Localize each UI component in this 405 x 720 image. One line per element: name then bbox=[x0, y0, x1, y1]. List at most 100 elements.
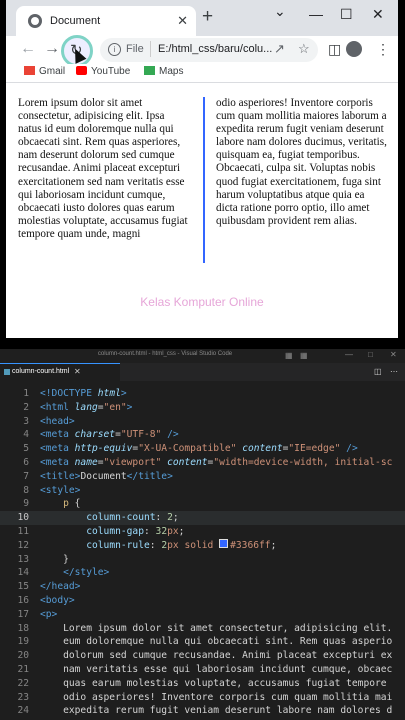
code-text: column-count: 2; bbox=[40, 511, 178, 525]
code-line[interactable]: 9 p { bbox=[0, 497, 405, 511]
line-number: 17 bbox=[17, 608, 29, 620]
code-text: <html lang="en"> bbox=[40, 401, 132, 415]
code-text: <head> bbox=[40, 415, 75, 429]
code-token: </head> bbox=[40, 581, 81, 593]
code-line[interactable]: 19 eum doloremque nulla qui obcaecati si… bbox=[0, 635, 405, 649]
code-line[interactable]: 13 } bbox=[0, 553, 405, 567]
code-line[interactable]: 20 dolorum sed cumque recusandae. Animi … bbox=[0, 649, 405, 663]
forward-arrow-icon[interactable]: → bbox=[44, 40, 60, 58]
menu-kebab-icon[interactable]: ⋮ bbox=[376, 41, 390, 58]
line-number: 9 bbox=[23, 498, 29, 510]
code-text: eum doloremque nulla qui obcaecati sint.… bbox=[40, 635, 392, 649]
bookmark-gmail[interactable]: Gmail bbox=[24, 66, 65, 77]
close-tab-icon[interactable]: ✕ bbox=[74, 367, 81, 376]
url-text[interactable]: E:/html_css/baru/colu... bbox=[158, 43, 272, 55]
line-number: 20 bbox=[17, 650, 29, 662]
code-line[interactable]: 18 Lorem ipsum dolor sit amet consectetu… bbox=[0, 622, 405, 636]
line-number: 1 bbox=[23, 388, 29, 399]
code-token: <body> bbox=[40, 595, 75, 606]
bookmark-maps[interactable]: Maps bbox=[144, 66, 183, 77]
bookmark-youtube[interactable]: YouTube bbox=[76, 66, 130, 77]
code-text: odio asperiores! Inventore corporis cum … bbox=[40, 691, 392, 705]
code-line[interactable]: 24 expedita rerum fugit veniam deserunt … bbox=[0, 704, 405, 718]
line-number: 23 bbox=[17, 691, 29, 703]
close-icon[interactable]: ✕ bbox=[390, 350, 397, 359]
vscode-window: column-count.html - html_css - Visual St… bbox=[0, 349, 405, 720]
code-line[interactable]: 16 <body> bbox=[0, 594, 405, 608]
code-token: "width=device-width, initial-sc bbox=[213, 457, 393, 468]
side-panel-icon[interactable]: ◫ bbox=[328, 41, 341, 58]
code-token: <p> bbox=[40, 608, 58, 620]
code-text: Lorem ipsum dolor sit amet consectetur, … bbox=[40, 622, 392, 636]
browser-toolbar: ← → ↻ i File E:/html_css/baru/colu... ↗ … bbox=[6, 35, 398, 67]
minimize-button[interactable]: — bbox=[309, 6, 323, 22]
url-divider bbox=[150, 41, 151, 57]
code-line[interactable]: 4 <meta charset="UTF-8" /> bbox=[0, 428, 405, 442]
code-line[interactable]: 12 column-rule: 2px solid #3366ff; bbox=[0, 538, 405, 553]
code-token: #3366ff bbox=[230, 539, 271, 551]
code-line[interactable]: 11 column-gap: 32px; bbox=[0, 525, 405, 539]
code-token: lang bbox=[74, 401, 98, 413]
maximize-button[interactable]: ☐ bbox=[340, 6, 353, 23]
close-window-button[interactable]: ✕ bbox=[372, 6, 384, 23]
line-number: 10 bbox=[17, 512, 29, 524]
bookmark-label: YouTube bbox=[91, 66, 131, 77]
code-line[interactable]: 14 </style> bbox=[0, 566, 405, 580]
profile-avatar[interactable] bbox=[346, 41, 362, 57]
line-number: 24 bbox=[17, 705, 29, 717]
code-text: p { bbox=[40, 497, 80, 511]
code-line[interactable]: 3 <head> bbox=[0, 415, 405, 429]
code-token: px bbox=[167, 539, 179, 551]
code-token: { bbox=[68, 498, 81, 510]
more-actions-icon[interactable]: ⋯ bbox=[390, 367, 398, 376]
bookmarks-bar: Gmail YouTube Maps bbox=[6, 64, 398, 83]
line-number: 14 bbox=[17, 567, 29, 579]
bookmark-star-icon[interactable]: ☆ bbox=[298, 41, 310, 57]
close-tab-icon[interactable]: ✕ bbox=[177, 13, 188, 29]
code-line[interactable]: 21 nam veritatis esse qui laboriosam inc… bbox=[0, 663, 405, 677]
code-line[interactable]: 7 <title>Document</title> bbox=[0, 470, 405, 484]
code-token: column-rule bbox=[86, 539, 150, 551]
code-line[interactable]: 23 odio asperiores! Inventore corporis c… bbox=[0, 691, 405, 705]
back-arrow-icon[interactable]: ← bbox=[20, 40, 36, 58]
code-line[interactable]: 17 <p> bbox=[0, 608, 405, 622]
tab-document[interactable]: Document ✕ bbox=[16, 6, 196, 36]
code-line[interactable]: 5 <meta http-equiv="X-UA-Compatible" cont… bbox=[0, 442, 405, 456]
tab-title: Document bbox=[50, 15, 101, 27]
address-bar[interactable]: i File E:/html_css/baru/colu... ↗ ☆ bbox=[100, 38, 318, 62]
code-token: ; bbox=[178, 526, 185, 537]
line-number: 16 bbox=[17, 595, 29, 606]
line-number: 8 bbox=[23, 484, 29, 496]
code-token: : bbox=[149, 539, 162, 551]
panel-icon[interactable]: ▦ bbox=[300, 351, 308, 360]
color-swatch[interactable] bbox=[219, 538, 229, 548]
share-icon[interactable]: ↗ bbox=[274, 41, 285, 57]
globe-icon bbox=[28, 14, 42, 28]
code-line[interactable]: 15 </head> bbox=[0, 580, 405, 594]
split-editor-icon[interactable]: ◫ bbox=[374, 367, 382, 376]
code-token: <style> bbox=[40, 484, 81, 496]
info-icon[interactable]: i bbox=[108, 43, 121, 56]
minimize-icon[interactable]: — bbox=[345, 350, 353, 359]
maximize-icon[interactable]: □ bbox=[368, 350, 373, 359]
code-line[interactable]: 2 <html lang="en"> bbox=[0, 401, 405, 415]
code-token: ; bbox=[270, 539, 277, 551]
watermark-text: Kelas Komputer Online bbox=[140, 295, 264, 309]
code-line[interactable]: 22 quas earum molestias voluptate, accus… bbox=[0, 677, 405, 691]
code-text: </style> bbox=[40, 566, 109, 580]
maps-icon bbox=[144, 66, 155, 75]
code-token: > bbox=[120, 388, 127, 399]
code-token: expedita rerum fugit veniam deserunt lab… bbox=[40, 705, 393, 717]
new-tab-button[interactable]: + bbox=[202, 7, 213, 27]
code-line[interactable]: 6 <meta name="viewport" content="width=de… bbox=[0, 456, 405, 470]
code-token: <meta bbox=[40, 457, 75, 468]
tab-column-count[interactable]: column-count.html ✕ bbox=[0, 363, 120, 382]
code-line[interactable]: 8 <style> bbox=[0, 484, 405, 498]
code-line[interactable]: 1 <!DOCTYPE html> bbox=[0, 387, 405, 401]
tab-search-icon[interactable]: ⌄ bbox=[274, 3, 286, 20]
code-line[interactable]: 10 column-count: 2; bbox=[0, 511, 405, 525]
code-token: content bbox=[242, 443, 283, 455]
layout-icon[interactable]: ▦ bbox=[285, 351, 293, 360]
tab-label: column-count.html bbox=[12, 368, 70, 375]
